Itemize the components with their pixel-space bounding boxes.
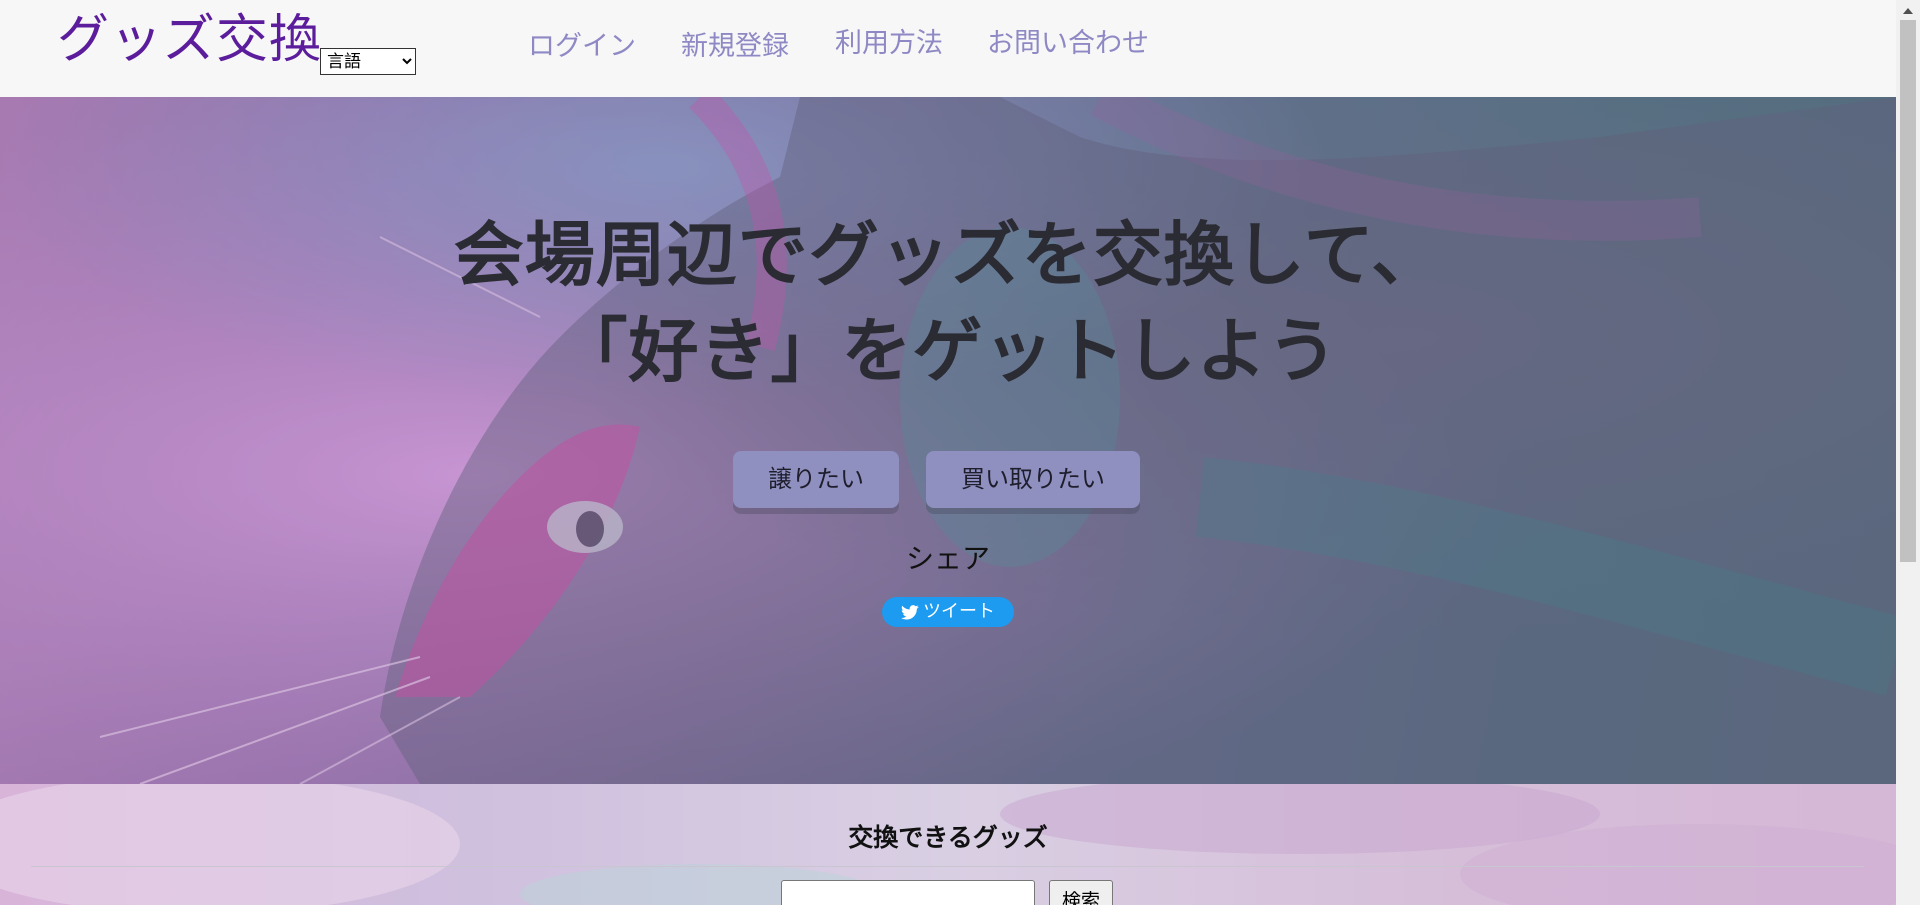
page: グッズ交換 言語 ログイン 新規登録 利用方法 お問い合わせ 会場周辺でグッズを… [0,0,1896,905]
goods-section-title: 交換できるグッズ [848,823,1048,852]
hero-headline: 会場周辺でグッズを交換して、 「好き」をゲットしよう [0,207,1896,399]
language-select[interactable]: 言語 [320,48,416,75]
nav-register-link[interactable]: 新規登録 [681,33,789,60]
share-label: シェア [905,542,990,575]
nav-contact-link[interactable]: お問い合わせ [987,30,1149,57]
site-logo[interactable]: グッズ交換 [57,14,322,66]
sell-button[interactable]: 譲りたい [733,451,899,508]
scrollbar-thumb[interactable] [1900,20,1916,562]
nav-howto-link[interactable]: 利用方法 [835,30,943,57]
scroll-up-arrow-icon[interactable] [1896,0,1920,20]
vertical-scrollbar[interactable] [1896,0,1920,905]
search-button[interactable]: 検索 [1049,880,1113,905]
goods-section: 交換できるグッズ 検索 [0,784,1896,905]
twitter-bird-icon [901,605,919,620]
section-divider [31,866,1864,867]
site-header: グッズ交換 言語 ログイン 新規登録 利用方法 お問い合わせ [0,0,1896,97]
tweet-label: ツイート [923,601,995,622]
hero-headline-line2: 「好き」をゲットしよう [557,310,1339,392]
hero-headline-line1: 会場周辺でグッズを交換して、 [453,214,1443,296]
tweet-button[interactable]: ツイート [882,597,1014,627]
hero-overlay [0,97,1896,784]
buy-button[interactable]: 買い取りたい [926,451,1140,508]
hero-section: 会場周辺でグッズを交換して、 「好き」をゲットしよう 譲りたい 買い取りたい シ… [0,97,1896,784]
goods-search-input[interactable] [781,880,1035,905]
nav-login-link[interactable]: ログイン [528,33,636,60]
